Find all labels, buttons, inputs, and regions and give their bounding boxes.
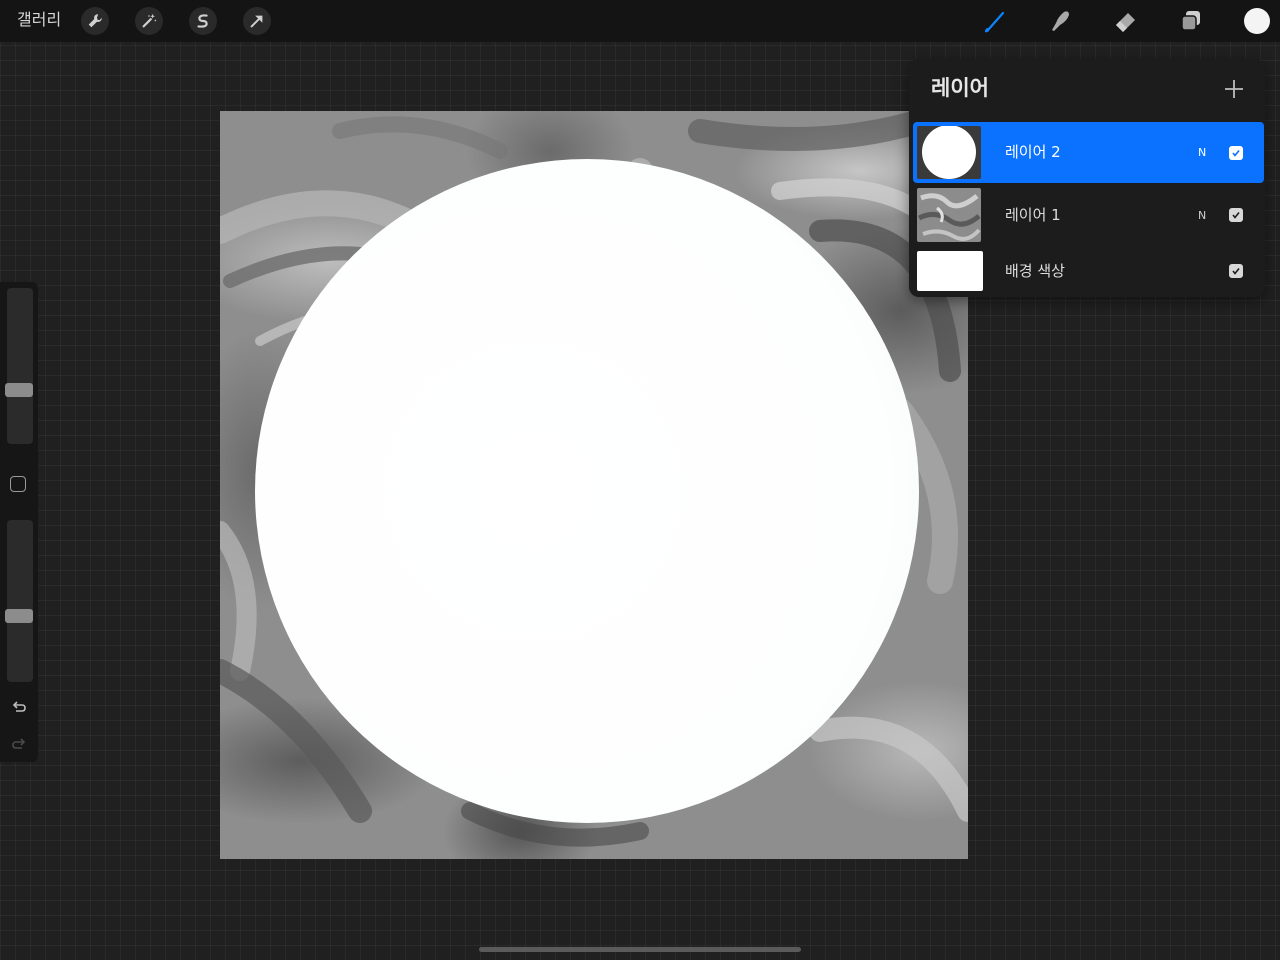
visibility-checkbox[interactable] xyxy=(1229,146,1243,160)
layer-thumbnail xyxy=(917,126,981,179)
square-icon[interactable] xyxy=(10,476,26,492)
checkmark-icon xyxy=(1232,268,1240,275)
left-sidebar xyxy=(0,282,38,762)
eraser-icon xyxy=(1116,13,1135,32)
color-picker-button[interactable] xyxy=(1244,8,1270,34)
layer-thumbnail xyxy=(917,251,983,291)
layers-panel-title: 레이어 xyxy=(931,76,989,100)
brush-size-thumb[interactable] xyxy=(5,383,33,397)
plus-icon xyxy=(1225,80,1243,98)
layer-row-background-color[interactable]: 배경 색상 xyxy=(913,248,1264,294)
opacity-slider[interactable] xyxy=(5,520,33,682)
brush-icon xyxy=(985,11,1005,33)
white-circle-shape xyxy=(255,159,919,823)
undo-icon xyxy=(12,701,26,712)
home-indicator xyxy=(479,947,801,952)
opacity-thumb[interactable] xyxy=(5,609,33,623)
eraser-tool-button[interactable] xyxy=(1111,6,1141,36)
layer-thumbnail xyxy=(917,188,981,242)
selection-button[interactable] xyxy=(189,7,217,35)
top-toolbar: 갤러리 xyxy=(0,0,1280,42)
gallery-button[interactable]: 갤러리 xyxy=(17,9,61,31)
layer-name: 레이어 2 xyxy=(1005,143,1061,161)
redo-button[interactable] xyxy=(8,733,30,755)
add-layer-button[interactable] xyxy=(1221,76,1247,102)
layer-row-layer-2[interactable]: 레이어 2 N xyxy=(913,122,1264,183)
layers-icon xyxy=(1181,11,1200,31)
layers-panel: 레이어 레이어 2 N 레이어 1 N 배경 색상 xyxy=(909,59,1265,297)
checkmark-icon xyxy=(1232,212,1240,219)
checkmark-icon xyxy=(1232,150,1240,157)
layer-row-layer-1[interactable]: 레이어 1 N xyxy=(913,186,1264,244)
undo-button[interactable] xyxy=(8,696,30,718)
visibility-checkbox[interactable] xyxy=(1229,264,1243,278)
adjustments-button[interactable] xyxy=(135,7,163,35)
actions-button[interactable] xyxy=(81,7,109,35)
magic-wand-icon xyxy=(142,13,157,28)
brush-size-slider[interactable] xyxy=(5,288,33,444)
layers-tool-button[interactable] xyxy=(1176,6,1206,36)
redo-icon xyxy=(12,738,26,749)
visibility-checkbox[interactable] xyxy=(1229,208,1243,222)
selection-s-icon xyxy=(197,14,208,28)
transform-button[interactable] xyxy=(243,7,271,35)
drawing-canvas[interactable] xyxy=(220,111,968,859)
brush-tool-button[interactable] xyxy=(980,6,1010,36)
layer-name: 레이어 1 xyxy=(1005,206,1061,224)
wrench-icon xyxy=(88,14,102,28)
blend-mode-button[interactable]: N xyxy=(1198,146,1206,160)
blend-mode-button[interactable]: N xyxy=(1198,209,1206,223)
smudge-tool-button[interactable] xyxy=(1045,6,1075,36)
procreate-workspace: 갤러리 레이어 레이어 2 N 레이어 1 N 배경 색상 xyxy=(0,0,1280,960)
smudge-icon xyxy=(1052,11,1069,31)
arrow-cursor-icon xyxy=(250,15,263,28)
layer-name: 배경 색상 xyxy=(1005,262,1065,280)
